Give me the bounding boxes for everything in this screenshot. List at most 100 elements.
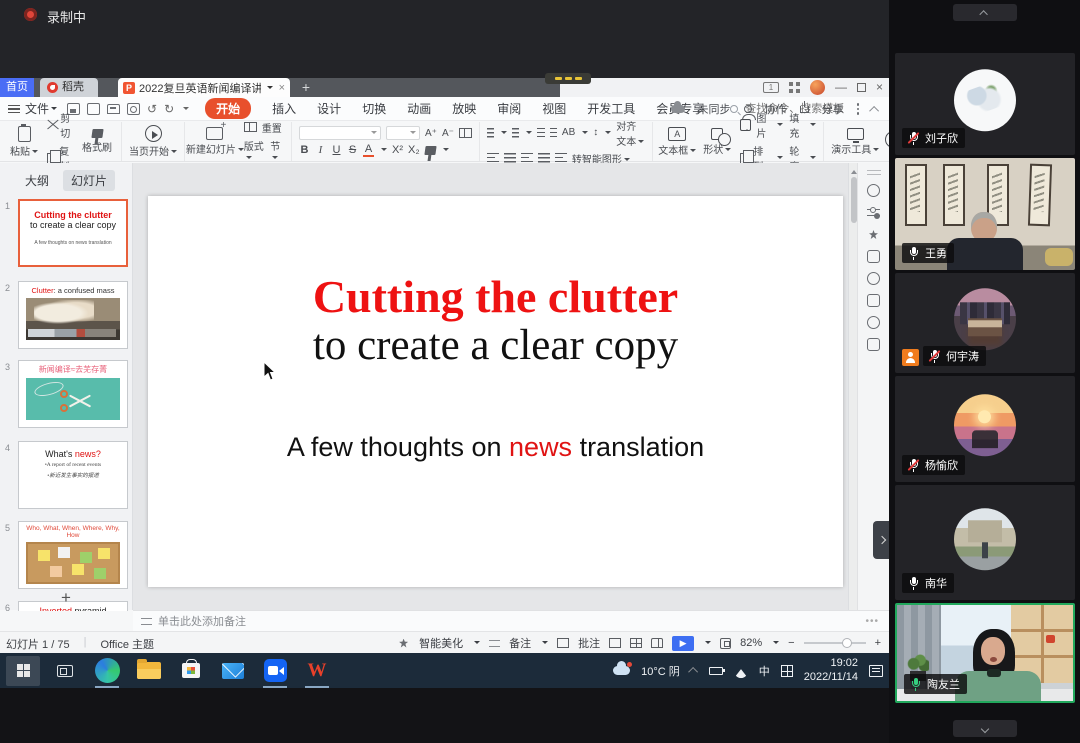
align-right-icon[interactable]: [521, 153, 533, 163]
animation-pane-icon[interactable]: [867, 250, 880, 263]
slide-thumbnail-1[interactable]: Cutting the clutter to create a clear co…: [18, 199, 128, 267]
add-slide-button[interactable]: +: [0, 588, 132, 608]
more-options-icon[interactable]: [857, 103, 860, 115]
file-explorer-button[interactable]: [132, 656, 166, 686]
format-painter-button[interactable]: 格式刷: [80, 129, 114, 154]
canvas-scrollbar[interactable]: [848, 163, 857, 610]
store-button[interactable]: [174, 656, 208, 686]
menu-view[interactable]: 视图: [542, 100, 566, 117]
align-center-icon[interactable]: [504, 153, 516, 163]
wps-taskbar-button[interactable]: W: [300, 656, 334, 686]
align-text-button[interactable]: 对齐文本: [616, 118, 645, 148]
underline-button[interactable]: U: [331, 144, 342, 156]
slide-thumbnail-4[interactable]: What's news? •A report of recent events …: [18, 441, 128, 509]
participant-tile-4[interactable]: 杨愉欣: [895, 376, 1075, 482]
strikethrough-button[interactable]: S: [347, 144, 358, 156]
play-from-current-button[interactable]: 当页开始: [129, 125, 177, 158]
tab-outline[interactable]: 大纲: [17, 170, 57, 191]
decrease-indent-icon[interactable]: [537, 128, 544, 138]
account-avatar[interactable]: [810, 80, 825, 95]
menu-insert[interactable]: 插入: [272, 100, 296, 117]
menu-slideshow[interactable]: 放映: [452, 100, 476, 117]
qat-more-caret[interactable]: [183, 107, 189, 113]
start-button[interactable]: [6, 656, 40, 686]
shapes-button[interactable]: 形状: [700, 128, 734, 156]
print-icon[interactable]: [107, 104, 120, 114]
decrease-font-icon[interactable]: A⁻: [442, 128, 454, 139]
notes-toggle[interactable]: 备注: [509, 635, 531, 651]
bold-button[interactable]: B: [299, 144, 310, 156]
tab-dropdown-icon[interactable]: [267, 86, 273, 92]
export-image-icon[interactable]: [867, 294, 880, 307]
close-button[interactable]: ×: [876, 78, 883, 97]
collapse-down-button[interactable]: [953, 720, 1017, 737]
reset-button[interactable]: 重置: [244, 120, 284, 135]
notes-placeholder[interactable]: 单击此处添加备注: [158, 613, 246, 629]
zoom-out-button[interactable]: −: [788, 637, 794, 649]
theme-name[interactable]: Office 主题: [100, 636, 154, 652]
meeting-mini-toolbar[interactable]: [545, 73, 591, 84]
print-preview-icon[interactable]: [127, 103, 140, 115]
tab-daoke[interactable]: 稻壳: [40, 78, 98, 97]
normal-view-icon[interactable]: [609, 638, 621, 648]
sync-status[interactable]: 未同步: [698, 101, 731, 117]
align-left-icon[interactable]: [487, 153, 499, 163]
highlight-icon[interactable]: [424, 146, 436, 155]
text-direction-icon[interactable]: AB: [562, 127, 575, 138]
current-slide[interactable]: Cutting the clutter to create a clear co…: [148, 196, 843, 587]
single-window-mode-icon[interactable]: 1: [763, 82, 779, 93]
expand-panel-tab[interactable]: [873, 521, 890, 559]
undo-icon[interactable]: ↺: [147, 102, 157, 116]
weather-icon[interactable]: [613, 666, 630, 675]
menu-devtools[interactable]: 开发工具: [587, 100, 635, 117]
share-label[interactable]: 分享: [822, 101, 844, 117]
resource-icon[interactable]: [867, 316, 880, 329]
toolstrip-handle-icon[interactable]: [867, 170, 881, 175]
increase-indent-icon[interactable]: [550, 128, 557, 138]
presentation-tools-button[interactable]: 演示工具: [831, 128, 879, 156]
distribute-icon[interactable]: [555, 153, 567, 163]
comments-button[interactable]: 批注: [578, 635, 600, 651]
justify-icon[interactable]: [538, 153, 550, 163]
menu-transition[interactable]: 切换: [362, 100, 386, 117]
meeting-app-button[interactable]: [258, 656, 292, 686]
fit-slide-icon[interactable]: [720, 638, 731, 649]
edge-taskbar-button[interactable]: [90, 656, 124, 686]
effects-icon[interactable]: [867, 228, 880, 241]
redo-icon[interactable]: ↻: [164, 102, 174, 116]
zoom-in-button[interactable]: +: [875, 637, 881, 649]
participant-tile-5[interactable]: 南华: [895, 485, 1075, 600]
help-icon[interactable]: [867, 272, 880, 285]
ime-indicator[interactable]: 中: [759, 663, 770, 679]
reference-icon[interactable]: [867, 338, 880, 351]
participant-tile-3[interactable]: 何宇涛: [895, 273, 1075, 373]
clock[interactable]: 19:02 2022/11/14: [804, 657, 858, 685]
section-button[interactable]: 节: [270, 138, 284, 164]
new-tab-button[interactable]: +: [296, 78, 316, 97]
paste-button[interactable]: 粘贴: [7, 126, 41, 158]
export-icon[interactable]: [87, 103, 100, 115]
new-slide-button[interactable]: 新建幻灯片: [192, 127, 238, 156]
menu-animation[interactable]: 动画: [407, 100, 431, 117]
increase-font-icon[interactable]: A⁺: [425, 128, 437, 139]
zoom-slider-knob[interactable]: [842, 638, 852, 648]
properties-icon[interactable]: [867, 206, 880, 219]
font-color-button[interactable]: A: [363, 143, 374, 157]
slide-canvas[interactable]: Cutting the clutter to create a clear co…: [133, 163, 848, 610]
beautify-button[interactable]: 智能美化: [419, 635, 463, 651]
reading-view-icon[interactable]: [651, 638, 663, 648]
bullet-list-icon[interactable]: [487, 128, 494, 138]
menu-review[interactable]: 审阅: [497, 100, 521, 117]
menu-home[interactable]: 开始: [205, 98, 251, 119]
task-view-button[interactable]: [48, 656, 82, 686]
mail-button[interactable]: [216, 656, 250, 686]
participant-tile-2[interactable]: 王勇: [895, 158, 1075, 270]
notes-more-icon[interactable]: •••: [865, 616, 879, 627]
slide-sorter-icon[interactable]: [630, 638, 642, 648]
scrollbar-thumb[interactable]: [851, 177, 857, 223]
cloud-sync-icon[interactable]: [671, 105, 685, 113]
zoom-level[interactable]: 82%: [740, 637, 762, 649]
notes-bar[interactable]: 单击此处添加备注 •••: [133, 610, 889, 631]
tab-slides[interactable]: 幻灯片: [63, 170, 115, 191]
numbered-list-icon[interactable]: [512, 128, 519, 138]
